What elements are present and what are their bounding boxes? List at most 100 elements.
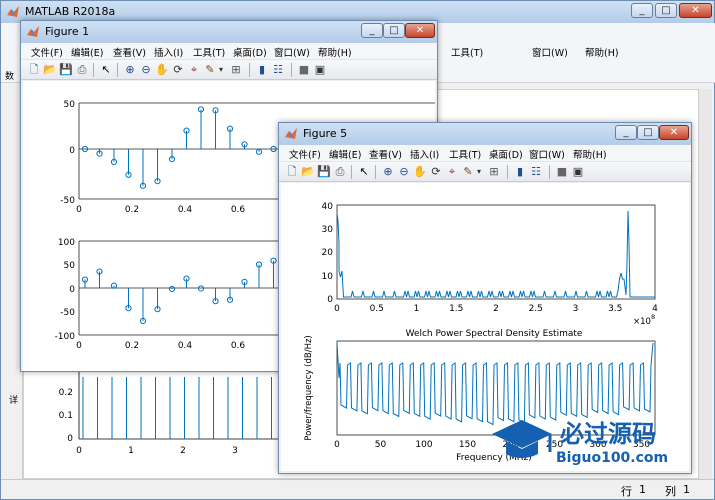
edit-plot-arrow-icon[interactable]: ↖ [99,63,113,77]
insert-colorbar-icon[interactable]: ▮ [255,63,269,77]
insert-legend-icon[interactable]: ☷ [271,63,285,77]
new-figure-icon[interactable]: 🗋 [27,63,41,77]
edit-plot-arrow-icon[interactable]: ↖ [357,165,371,179]
watermark-sub: Biguo100.com [556,450,668,466]
fig1-bot-xtick-1: 0.2 [125,341,139,351]
main-menu-window[interactable]: 窗口(W) [532,45,568,59]
fig1-top-ytick-0: 50 [64,100,76,110]
graduation-cap-icon: 必过源码 Biguo100.com [492,420,668,466]
zoom-in-icon[interactable]: ⊕ [381,165,395,179]
print-icon[interactable]: ⎙ [333,165,347,179]
data-cursor-icon[interactable]: ⌖ [187,63,201,77]
background-stem-plot: 0.2 0.1 0 0 1 2 3 [59,369,283,456]
pan-hand-icon[interactable]: ✋ [413,165,427,179]
status-col-label: 列 [665,485,676,498]
fig1-menu-view[interactable]: 查看(V) [113,45,146,59]
fig5-menu-help[interactable]: 帮助(H) [573,147,607,161]
show-plot-tools-icon[interactable]: ▣ [571,165,585,179]
figure1-close-button[interactable]: ✕ [405,23,435,38]
fig1-menu-file[interactable]: 文件(F) [31,45,63,59]
fig5-menu-file[interactable]: 文件(F) [289,147,321,161]
brush-dropdown-icon[interactable]: ▾ [217,63,225,77]
fig5-top-axes: 40 30 20 10 0 0 0.5 1 1.5 2 2.5 3 3.5 4 … [322,202,659,327]
figure1-title-bar[interactable]: Figure 1 _ □ ✕ [21,21,437,43]
brush-dropdown-icon[interactable]: ▾ [475,165,483,179]
link-plot-icon[interactable]: ⊞ [229,63,243,77]
fig5-menu-insert[interactable]: 插入(I) [410,147,439,161]
zoom-in-icon[interactable]: ⊕ [123,63,137,77]
fig1-bot-ytick-0: 100 [58,238,75,248]
new-figure-icon[interactable]: 🗋 [285,165,299,179]
bg-ytick-0: 0.2 [59,388,73,398]
fig1-menu-desktop[interactable]: 桌面(D) [233,45,267,59]
fig5-top-xtick-2: 1 [414,304,420,314]
main-menu-help[interactable]: 帮助(H) [585,45,619,59]
fig1-top-xtick-1: 0.2 [125,205,139,215]
matlab-logo-icon [7,6,19,17]
fig1-menu-insert[interactable]: 插入(I) [154,45,183,59]
print-icon[interactable]: ⎙ [75,63,89,77]
bg-xtick-1: 1 [128,446,134,456]
fig1-menu-tools[interactable]: 工具(T) [193,45,225,59]
fig5-top-xtick-7: 3.5 [608,304,622,314]
fig5-top-ytick-4: 0 [327,295,333,305]
figure5-minimize-button[interactable]: _ [615,125,637,140]
bg-xtick-0: 0 [76,446,82,456]
brush-icon[interactable]: ✎ [461,165,475,179]
fig1-bot-xtick-3: 0.6 [231,341,246,351]
figure5-close-button[interactable]: ✕ [659,125,689,140]
fig5-menu-window[interactable]: 窗口(W) [529,147,565,161]
figure1-maximize-button[interactable]: □ [383,23,405,38]
fig5-menu-desktop[interactable]: 桌面(D) [489,147,523,161]
fig5-top-xtick-6: 3 [573,304,579,314]
insert-colorbar-icon[interactable]: ▮ [513,165,527,179]
figure5-maximize-button[interactable]: □ [637,125,659,140]
zoom-out-icon[interactable]: ⊖ [397,165,411,179]
fig5-bot-xtick-0: 0 [334,440,340,450]
fig1-menu-window[interactable]: 窗口(W) [274,45,310,59]
fig1-bot-xtick-2: 0.4 [178,341,193,351]
zoom-out-icon[interactable]: ⊖ [139,63,153,77]
fig1-menu-help[interactable]: 帮助(H) [318,45,352,59]
fig5-menu-tools[interactable]: 工具(T) [449,147,481,161]
brush-icon[interactable]: ✎ [203,63,217,77]
fig5-top-xtick-3: 1.5 [449,304,463,314]
show-plot-tools-icon[interactable]: ▣ [313,63,327,77]
fig5-top-exponent-power: 8 [651,313,655,321]
main-close-button[interactable]: ✕ [679,3,712,18]
fig5-top-xtick-1: 0.5 [370,304,384,314]
fig1-menu-edit[interactable]: 编辑(E) [71,45,103,59]
figure1-minimize-button[interactable]: _ [361,23,383,38]
save-icon[interactable]: 💾 [317,165,331,179]
fig1-bot-ytick-3: -50 [60,308,75,318]
bg-xtick-3: 3 [232,446,238,456]
status-row-value: 1 [639,483,646,496]
pan-hand-icon[interactable]: ✋ [155,63,169,77]
main-detail-label: 详 [9,396,19,406]
fig5-menu-edit[interactable]: 编辑(E) [329,147,361,161]
save-icon[interactable]: 💾 [59,63,73,77]
fig1-bot-ytick-1: 50 [64,261,76,271]
fig5-menu-view[interactable]: 查看(V) [369,147,402,161]
figure5-menubar: 文件(F) 编辑(E) 查看(V) 插入(I) 工具(T) 桌面(D) 窗口(W… [279,145,691,162]
main-minimize-button[interactable]: _ [631,3,653,18]
watermark-text: 必过源码 [560,420,656,448]
fig1-bot-ytick-2: 0 [69,285,75,295]
main-maximize-button[interactable]: □ [655,3,677,18]
hide-plot-tools-icon[interactable]: ■ [297,63,311,77]
hide-plot-tools-icon[interactable]: ■ [555,165,569,179]
fig1-bot-xtick-0: 0 [76,341,82,351]
fig5-bottom-title: Welch Power Spectral Density Estimate [406,329,583,339]
fig5-top-ytick-0: 40 [322,202,334,212]
open-file-icon[interactable]: 📂 [301,165,315,179]
link-plot-icon[interactable]: ⊞ [487,165,501,179]
main-menu-tools[interactable]: 工具(T) [451,45,483,59]
figure5-title-bar[interactable]: Figure 5 _ □ ✕ [279,123,691,145]
main-right-scrollbar[interactable] [698,89,712,479]
insert-legend-icon[interactable]: ☷ [529,165,543,179]
data-cursor-icon[interactable]: ⌖ [445,165,459,179]
rotate-3d-icon[interactable]: ⟳ [171,63,185,77]
bg-xtick-2: 2 [180,446,186,456]
open-file-icon[interactable]: 📂 [43,63,57,77]
rotate-3d-icon[interactable]: ⟳ [429,165,443,179]
